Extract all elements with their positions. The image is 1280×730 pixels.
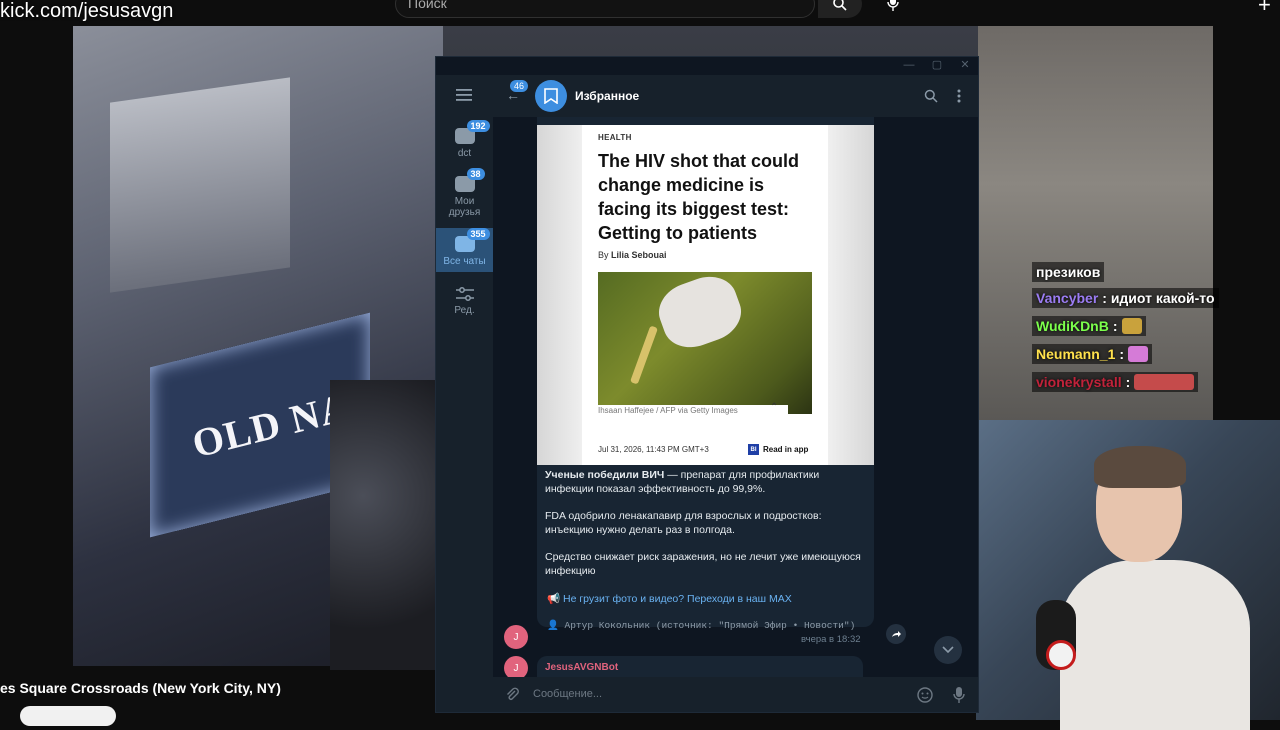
chevron-down-icon <box>942 646 954 654</box>
folder-all-chats[interactable]: 355 Все чаты <box>436 228 493 272</box>
chat-search-button[interactable] <box>923 88 939 104</box>
folder-edit[interactable]: Ред. <box>436 286 493 320</box>
chat-text: презиков <box>1036 264 1101 280</box>
search-icon <box>924 89 938 103</box>
sender-avatar[interactable]: J <box>504 625 528 649</box>
chevron-up-icon: ⌃ <box>770 402 779 413</box>
folder-dct[interactable]: 192 dct <box>436 120 493 166</box>
read-in-app-label: Read in app <box>763 445 809 454</box>
folder-label: Все чаты <box>443 256 486 267</box>
forward-button[interactable] <box>886 624 906 644</box>
source-text: Артур Кокольник (источник: "Прямой Эфир … <box>564 620 856 631</box>
chat-text: : <box>1119 346 1125 362</box>
stream-title: es Square Crossroads (New York City, NY) <box>0 680 281 696</box>
stream-url-label: kick.com/jesusavgn <box>0 0 174 22</box>
crowd <box>330 380 440 670</box>
emote-icon <box>1134 374 1195 390</box>
chat-username: Neumann_1 <box>1036 346 1116 362</box>
kebab-icon <box>957 89 961 103</box>
chat-title[interactable]: Избранное <box>575 89 639 103</box>
message-paragraph-3: Средство снижает риск заражения, но не л… <box>545 551 861 577</box>
byline-prefix: By <box>598 250 609 260</box>
emoji-button[interactable] <box>916 686 934 704</box>
chat-line: Vancyber: идиот какой-то <box>1032 288 1219 308</box>
chat-username: vionekrystall <box>1036 374 1122 390</box>
chat-username: Vancyber <box>1036 290 1099 306</box>
message-timestamp: вчера в 18:32 <box>801 634 861 645</box>
chat-line: WudiKDnB : <box>1032 316 1146 336</box>
saved-messages-avatar[interactable] <box>535 80 567 112</box>
chat-text: : <box>1112 318 1118 334</box>
sliders-icon <box>455 287 474 301</box>
attach-button[interactable] <box>503 686 521 704</box>
message-bold-lead: Ученые победили ВИЧ <box>545 469 665 481</box>
link-text[interactable]: Не грузит фото и видео? Переходи в наш M… <box>563 593 792 605</box>
minimize-icon[interactable]: — <box>902 59 916 71</box>
chat-text: : <box>1125 374 1131 390</box>
bookmark-icon <box>544 88 558 104</box>
chat-line: vionekrystall : <box>1032 372 1199 392</box>
read-in-app: BI Read in app <box>748 444 808 455</box>
back-unread-badge: 46 <box>510 80 529 92</box>
maximize-icon[interactable]: ▢ <box>930 59 944 71</box>
folder-my-friends[interactable]: 38 Мои друзья <box>436 168 493 222</box>
folder-label: Мои друзья <box>448 196 481 218</box>
folder-label: Ред. <box>454 305 475 316</box>
emote-icon <box>1128 346 1149 362</box>
folder-label: dct <box>457 148 472 159</box>
photo-caption: Ihsaan Haffejee / AFP via Getty Images <box>598 405 788 416</box>
forward-icon <box>892 631 901 637</box>
voice-message-button[interactable] <box>950 686 968 704</box>
streamer-body <box>1060 560 1250 730</box>
article-kicker: HEALTH <box>598 133 632 142</box>
chat-username: WudiKDnB <box>1036 318 1109 334</box>
microphone-badge <box>1046 640 1076 670</box>
article-byline: By Lilia Sebouai <box>598 250 667 260</box>
bi-logo-icon: BI <box>748 444 759 455</box>
microphone-icon <box>953 687 965 703</box>
voice-search-button[interactable] <box>878 0 908 16</box>
chat-bubble-icon: 355 <box>454 228 490 252</box>
message-input[interactable]: Сообщение... <box>533 688 602 700</box>
chat-line: Neumann_1 : <box>1032 344 1153 364</box>
chat-line-header: презиков <box>1032 262 1105 282</box>
emote-icon <box>1121 318 1142 334</box>
search-icon <box>833 0 847 11</box>
billboard <box>110 77 290 293</box>
chat-bubble-icon: 38 <box>454 168 485 192</box>
emoji-icon <box>917 687 933 703</box>
chat-text: : идиот какой-то <box>1102 290 1215 306</box>
create-icon[interactable]: + <box>1258 0 1271 18</box>
subscribe-button[interactable] <box>20 706 116 726</box>
chat-bubble-icon: 192 <box>454 120 490 144</box>
search-button[interactable] <box>818 0 862 18</box>
unread-badge: 355 <box>466 228 490 240</box>
message-paragraph-2: FDA одобрило ленакапавир для взрослых и … <box>545 510 822 536</box>
article-headline: The HIV shot that could change medicine … <box>598 151 799 243</box>
window-titlebar <box>436 57 978 75</box>
menu-icon[interactable] <box>456 88 472 107</box>
byline-author: Lilia Sebouai <box>611 250 667 260</box>
sender-name[interactable]: JesusAVGNBot <box>545 662 618 673</box>
streamer-hair <box>1094 446 1186 488</box>
message-source: 👤 Артур Кокольник (источник: "Прямой Эфи… <box>547 620 856 631</box>
more-options-button[interactable] <box>951 88 967 104</box>
scroll-down-button[interactable] <box>934 636 962 664</box>
search-input[interactable]: Поиск <box>395 0 815 18</box>
message-link[interactable]: 📢 Не грузит фото и видео? Переходи в наш… <box>547 592 792 605</box>
paperclip-icon <box>507 687 519 700</box>
unread-badge: 38 <box>466 168 485 180</box>
message-text: Ученые победили ВИЧ — препарат для профи… <box>545 468 865 591</box>
article-date: Jul 31, 2026, 11:43 PM GMT+3 <box>598 445 709 454</box>
close-icon[interactable]: ✕ <box>958 59 972 71</box>
unread-badge: 192 <box>466 120 490 132</box>
microphone-icon <box>887 0 899 11</box>
